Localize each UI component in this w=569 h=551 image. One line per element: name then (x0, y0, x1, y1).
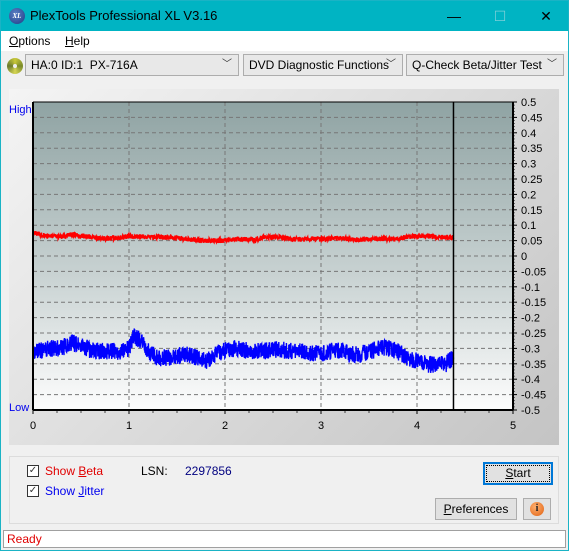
preferences-button[interactable]: Preferences (435, 498, 517, 520)
function-select[interactable]: DVD Diagnostic Functions ﹀ (243, 54, 403, 76)
test-select[interactable]: Q-Check Beta/Jitter Test ﹀ (406, 54, 564, 76)
menu-help-accel: H (65, 34, 74, 48)
x-tick-label: 0 (30, 420, 36, 432)
show-jitter-label[interactable]: Show Jitter (45, 484, 104, 498)
y-tick-label: -0.3 (521, 343, 540, 355)
y-tick-label: -0.35 (521, 359, 546, 371)
y-high-label: High (9, 104, 32, 116)
x-tick-label: 2 (222, 420, 228, 432)
options-panel: ✓ Show Beta ✓ Show Jitter LSN: 2297856 S… (9, 456, 559, 524)
y-tick-label: -0.1 (521, 282, 540, 294)
chevron-down-icon: ﹀ (222, 59, 232, 70)
close-button[interactable]: ✕ (523, 1, 569, 31)
menu-options[interactable]: Options (9, 34, 50, 48)
show-beta-checkbox[interactable]: ✓ (27, 465, 39, 477)
y-tick-label: 0 (521, 251, 527, 263)
y-tick-label: -0.05 (521, 266, 546, 278)
menu-help[interactable]: Help (65, 34, 90, 48)
main-window: XL PlexTools Professional XL V3.16 — ☐ ✕… (0, 0, 569, 551)
info-button[interactable]: i (523, 498, 551, 520)
lsn-label: LSN: (141, 464, 168, 478)
lsn-value: 2297856 (185, 464, 232, 478)
y-tick-label: 0.15 (521, 205, 542, 217)
y-tick-label: -0.4 (521, 374, 540, 386)
show-jitter-text-rest: itter (84, 484, 105, 498)
y-tick-label: -0.2 (521, 313, 540, 325)
y-tick-label: 0.3 (521, 159, 536, 171)
chevron-down-icon: ﹀ (386, 59, 396, 70)
show-jitter-text: Show (45, 484, 79, 498)
show-beta-label[interactable]: Show Beta (45, 464, 103, 478)
beta-jitter-chart: 0.5 0.45 0.4 0.35 0.3 0.25 0.2 0.15 0.1 0.05 0 -0.0… (9, 97, 546, 432)
x-tick-label: 3 (318, 420, 324, 432)
y-tick-label: 0.45 (521, 112, 542, 124)
y-tick-label: 0.2 (521, 189, 536, 201)
minimize-button[interactable]: — (431, 1, 477, 31)
x-tick-label: 1 (126, 420, 132, 432)
info-icon: i (530, 502, 544, 516)
chart-panel: 0.5 0.45 0.4 0.35 0.3 0.25 0.2 0.15 0.1 0.05 0 -0.0… (9, 89, 559, 445)
y-tick-label: 0.4 (521, 128, 536, 140)
maximize-button[interactable]: ☐ (477, 1, 523, 31)
preferences-accel: P (443, 502, 452, 516)
show-beta-text: Show (45, 464, 79, 478)
menu-options-accel: O (9, 34, 19, 48)
start-button[interactable]: Start (483, 462, 553, 485)
preferences-label: references (451, 502, 509, 516)
y-tick-label: -0.25 (521, 328, 546, 340)
y-tick-label: 0.35 (521, 143, 542, 155)
status-bar: Ready (3, 530, 566, 548)
function-select-value: DVD Diagnostic Functions (249, 58, 390, 72)
menu-bar: Options Help (1, 31, 568, 51)
toolbar: HA:0 ID:1 PX-716A ﹀ DVD Diagnostic Funct… (1, 51, 568, 81)
x-tick-label: 5 (510, 420, 516, 432)
x-tick-label: 4 (414, 420, 420, 432)
y-tick-label: -0.15 (521, 297, 546, 309)
xl-logo-icon: XL (9, 8, 25, 24)
title-bar: XL PlexTools Professional XL V3.16 — ☐ ✕ (1, 1, 568, 31)
show-beta-text-rest: eta (86, 464, 104, 478)
drive-select[interactable]: HA:0 ID:1 PX-716A ﹀ (25, 54, 239, 76)
disc-icon (7, 58, 23, 74)
y-tick-label: 0.5 (521, 97, 536, 109)
y-tick-label: -0.45 (521, 390, 546, 402)
start-label: tart (513, 466, 531, 480)
window-title: PlexTools Professional XL V3.16 (30, 8, 218, 23)
y-tick-label: -0.5 (521, 405, 540, 417)
chevron-down-icon: ﹀ (547, 59, 557, 70)
menu-help-label: elp (73, 34, 90, 48)
drive-select-value: HA:0 ID:1 PX-716A (31, 58, 138, 72)
test-select-value: Q-Check Beta/Jitter Test (412, 58, 542, 72)
y-tick-label: 0.1 (521, 220, 536, 232)
show-jitter-checkbox[interactable]: ✓ (27, 485, 39, 497)
menu-options-label: ptions (18, 34, 51, 48)
y-tick-label: 0.25 (521, 174, 542, 186)
y-low-label: Low (9, 402, 29, 414)
y-tick-label: 0.05 (521, 236, 542, 248)
